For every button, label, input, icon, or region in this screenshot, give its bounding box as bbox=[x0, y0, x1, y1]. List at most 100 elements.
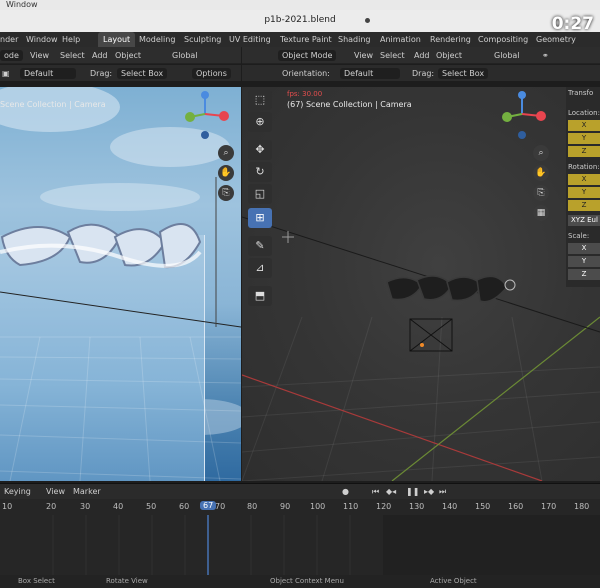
left-menu-select[interactable]: Select bbox=[60, 50, 85, 61]
timeline-ruler[interactable]: 10 20 30 40 50 60 70 80 90 100 110 120 1… bbox=[0, 499, 600, 515]
menu-window[interactable]: Window bbox=[26, 32, 58, 47]
right-tool-settings: Orientation: Default Drag: Select Box bbox=[242, 65, 600, 81]
os-window-menu[interactable]: Window bbox=[6, 0, 38, 9]
zoom-icon-right[interactable]: ⌕ bbox=[533, 145, 549, 161]
tick-label: 60 bbox=[179, 502, 190, 511]
jump-end-icon[interactable]: ⏭ bbox=[439, 487, 446, 497]
location-y-field[interactable]: Y bbox=[568, 133, 600, 144]
fps-label: fps: 30.00 bbox=[287, 90, 323, 98]
scale-x-field[interactable]: X bbox=[568, 243, 600, 254]
pan-hand-icon[interactable]: ✋ bbox=[218, 165, 234, 181]
keying-menu[interactable]: Keying bbox=[4, 487, 31, 496]
timeline-grid bbox=[0, 515, 383, 575]
tab-modeling[interactable]: Modeling bbox=[139, 32, 175, 47]
camera-view-icon-right[interactable]: ⎘ bbox=[533, 185, 549, 201]
right-menu-view[interactable]: View bbox=[354, 50, 373, 61]
select-box-tool-icon[interactable]: ⬚ bbox=[248, 90, 272, 110]
left-mode-dropdown[interactable]: ode bbox=[0, 50, 23, 61]
menu-render[interactable]: nder bbox=[0, 32, 18, 47]
rotation-mode-dropdown[interactable]: XYZ Eul bbox=[568, 215, 600, 226]
grid-icon[interactable]: ▦ bbox=[533, 205, 549, 221]
sidebar-n-panel: Transfo Location: X Y Z Rotation: X Y Z … bbox=[566, 87, 600, 287]
timeline-body[interactable] bbox=[0, 515, 600, 575]
zoom-icon[interactable]: ⌕ bbox=[218, 145, 234, 161]
status-rotate: Rotate View bbox=[106, 577, 148, 585]
right-drag-dropdown[interactable]: Select Box bbox=[438, 68, 489, 79]
left-viewport-camera-view[interactable]: Scene Collection | Camera ⌕ ✋ ⎘ bbox=[0, 87, 241, 481]
left-menu-object[interactable]: Object bbox=[115, 50, 141, 61]
left-collection-label: Scene Collection | Camera bbox=[0, 100, 106, 109]
right-mode-dropdown[interactable]: Object Mode bbox=[278, 50, 337, 61]
tab-texture-paint[interactable]: Texture Paint bbox=[280, 32, 332, 47]
right-global-dropdown[interactable]: Global bbox=[494, 50, 520, 61]
status-active: Active Object bbox=[430, 577, 477, 585]
cursor-tool-icon[interactable]: ⊕ bbox=[248, 112, 272, 132]
timeline-header: Keying View Marker ● ⏮ ◆◂ ❚❚ ▸◆ ⏭ bbox=[0, 483, 600, 499]
add-cube-tool-icon[interactable]: ⬒ bbox=[248, 286, 272, 306]
tick-label: 170 bbox=[541, 502, 557, 511]
tick-label: 10 bbox=[2, 502, 13, 511]
pause-icon[interactable]: ❚❚ bbox=[406, 487, 419, 496]
right-menu-object[interactable]: Object bbox=[436, 50, 462, 61]
rotation-y-field[interactable]: Y bbox=[568, 187, 600, 198]
navigation-gizmo-left[interactable] bbox=[180, 89, 230, 139]
right-viewport-header: Object Mode View Select Add Object Globa… bbox=[242, 47, 600, 64]
menu-help[interactable]: Help bbox=[62, 32, 80, 47]
right-orientation-label: Orientation: bbox=[282, 69, 330, 78]
left-menu-add[interactable]: Add bbox=[92, 50, 108, 61]
tick-label: 20 bbox=[46, 502, 57, 511]
rotate-tool-icon[interactable]: ↻ bbox=[248, 162, 272, 182]
status-select: Box Select bbox=[18, 577, 55, 585]
tab-animation[interactable]: Animation bbox=[380, 32, 421, 47]
move-tool-icon[interactable]: ✥ bbox=[248, 140, 272, 160]
tab-rendering[interactable]: Rendering bbox=[430, 32, 471, 47]
tick-label: 110 bbox=[343, 502, 359, 511]
tick-label: 70 bbox=[215, 502, 226, 511]
left-menu-view[interactable]: View bbox=[30, 50, 49, 61]
camera-object-wire bbox=[409, 318, 453, 352]
scale-z-field[interactable]: Z bbox=[568, 269, 600, 280]
tab-compositing[interactable]: Compositing bbox=[478, 32, 528, 47]
pan-hand-icon-right[interactable]: ✋ bbox=[533, 165, 549, 181]
tick-label: 180 bbox=[574, 502, 590, 511]
left-options-dropdown[interactable]: Options bbox=[192, 68, 231, 79]
rotation-z-field[interactable]: Z bbox=[568, 200, 600, 211]
annotate-tool-icon[interactable]: ✎ bbox=[248, 236, 272, 256]
link-icon[interactable]: ⚭ bbox=[542, 50, 549, 61]
scale-label: Scale: bbox=[568, 232, 590, 240]
next-key-icon[interactable]: ▸◆ bbox=[424, 487, 434, 496]
navigation-gizmo-right[interactable] bbox=[497, 89, 547, 139]
left-orientation-dropdown[interactable]: Default bbox=[20, 68, 76, 79]
tick-label: 130 bbox=[409, 502, 425, 511]
right-orientation-dropdown[interactable]: Default bbox=[340, 68, 400, 79]
record-icon[interactable]: ● bbox=[342, 487, 349, 496]
prev-key-icon[interactable]: ◆◂ bbox=[386, 487, 396, 496]
timeline-view-menu[interactable]: View bbox=[46, 487, 65, 496]
measure-tool-icon[interactable]: ⊿ bbox=[248, 258, 272, 278]
tab-uv-editing[interactable]: UV Editing bbox=[229, 32, 271, 47]
marker-menu[interactable]: Marker bbox=[73, 487, 101, 496]
scale-tool-icon[interactable]: ◱ bbox=[248, 184, 272, 204]
left-drag-dropdown[interactable]: Select Box bbox=[117, 68, 168, 79]
transform-tool-icon[interactable]: ⊞ bbox=[248, 208, 272, 228]
tab-layout[interactable]: Layout bbox=[98, 32, 136, 47]
right-viewport-3d[interactable]: fps: 30.00 (67) Scene Collection | Camer… bbox=[242, 87, 600, 481]
location-z-field[interactable]: Z bbox=[568, 146, 600, 157]
right-menu-select[interactable]: Select bbox=[380, 50, 405, 61]
left-global-dropdown[interactable]: Global bbox=[172, 50, 198, 61]
tick-label: 30 bbox=[80, 502, 91, 511]
location-x-field[interactable]: X bbox=[568, 120, 600, 131]
camera-view-icon[interactable]: ⎘ bbox=[218, 185, 234, 201]
right-menu-add[interactable]: Add bbox=[414, 50, 430, 61]
rotation-x-field[interactable]: X bbox=[568, 174, 600, 185]
transform-tab[interactable]: Transfo bbox=[568, 89, 593, 97]
tool-shelf: ⬚ ⊕ ✥ ↻ ◱ ⊞ ✎ ⊿ ⬒ bbox=[247, 90, 275, 312]
scale-y-field[interactable]: Y bbox=[568, 256, 600, 267]
current-frame-indicator[interactable]: 67 bbox=[200, 501, 217, 510]
left-viewport-header: ode View Select Add Object Global bbox=[0, 47, 241, 64]
tick-label: 150 bbox=[475, 502, 491, 511]
jump-start-icon[interactable]: ⏮ bbox=[372, 487, 379, 497]
tab-sculpting[interactable]: Sculpting bbox=[184, 32, 221, 47]
tab-shading[interactable]: Shading bbox=[338, 32, 371, 47]
right-drag-label: Drag: bbox=[412, 69, 435, 78]
